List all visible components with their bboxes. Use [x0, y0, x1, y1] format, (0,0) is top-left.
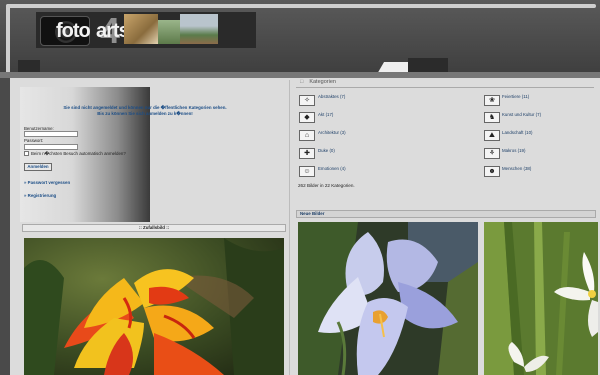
header-photo-3 — [180, 14, 218, 44]
login-message: Sie sind nicht angemeldet und können nur… — [40, 105, 250, 117]
username-input[interactable] — [24, 131, 78, 137]
login-button[interactable]: Anmelden — [24, 163, 52, 171]
remember-label: Beim n�chsten Besuch automatisch anmelde… — [31, 151, 126, 156]
white-flower-photo — [484, 222, 598, 375]
categories-total: 262 Bilder in 22 Kategorien. — [298, 183, 355, 188]
random-image-photo[interactable] — [24, 238, 284, 375]
category-link-feiertiere[interactable]: Feiertiere (11) — [502, 94, 529, 99]
bullet-icon: □ — [300, 79, 304, 85]
category-link-makros[interactable]: Makros (19) — [502, 148, 525, 153]
site-header: foto 4 arts — [0, 0, 600, 78]
iris-photo — [298, 222, 478, 375]
category-icon-landschaft[interactable]: ⛰ — [484, 130, 500, 141]
category-icon-makros[interactable]: ⚘ — [484, 148, 500, 159]
column-divider — [289, 80, 290, 375]
category-link-menschen[interactable]: Menschen (38) — [502, 166, 531, 171]
forgot-password-link[interactable]: » Passwort vergessen — [24, 180, 70, 185]
category-link-emotionen[interactable]: Emotionen (4) — [318, 166, 346, 171]
login-message-line-2: Bis zu können Sie sich anmelden zu k�nne… — [97, 111, 193, 116]
category-icon-architektur[interactable]: ⌂ — [299, 130, 315, 141]
categories-title: Kategorien — [309, 79, 336, 85]
random-image-header: :: Zufallsbild :: — [22, 224, 286, 232]
header-frame-left — [6, 4, 10, 74]
category-icon-feiertiere[interactable]: ❀ — [484, 95, 500, 106]
category-icon-menschen[interactable]: ☻ — [484, 166, 500, 177]
password-label: Passwort: — [24, 138, 44, 143]
remember-checkbox[interactable] — [24, 151, 29, 156]
header-photo-2 — [158, 20, 180, 44]
logo-text[interactable]: foto — [56, 20, 91, 43]
categories-divider — [296, 87, 594, 88]
category-icon-kunst[interactable]: ♞ — [484, 112, 500, 123]
new-image-1[interactable] — [298, 222, 478, 375]
password-input[interactable] — [24, 144, 78, 150]
category-icon-akt[interactable]: ◆ — [299, 112, 315, 123]
category-icon-duke[interactable]: ✚ — [299, 148, 315, 159]
category-link-duke[interactable]: Duke (0) — [318, 148, 335, 153]
categories-header: □ Kategorien — [298, 78, 592, 87]
header-frame-top — [6, 4, 596, 8]
tulip-photo — [24, 238, 284, 375]
category-link-architektur[interactable]: Architektur (3) — [318, 130, 346, 135]
register-link[interactable]: » Registrierung — [24, 193, 56, 198]
header-photo-1 — [124, 14, 158, 44]
category-icon-emotionen[interactable]: ☺ — [299, 166, 315, 177]
new-image-2[interactable] — [484, 222, 598, 375]
category-link-landschaft[interactable]: Landschaft (10) — [502, 130, 533, 135]
category-icon-abstraktes[interactable]: ✧ — [299, 95, 315, 106]
category-link-akt[interactable]: Akt (17) — [318, 112, 333, 117]
category-link-abstraktes[interactable]: Abstraktes (7) — [318, 94, 345, 99]
category-link-kunst[interactable]: Kunst und Kultur (7) — [502, 112, 541, 117]
new-images-header: Neue Bilder — [296, 210, 596, 218]
